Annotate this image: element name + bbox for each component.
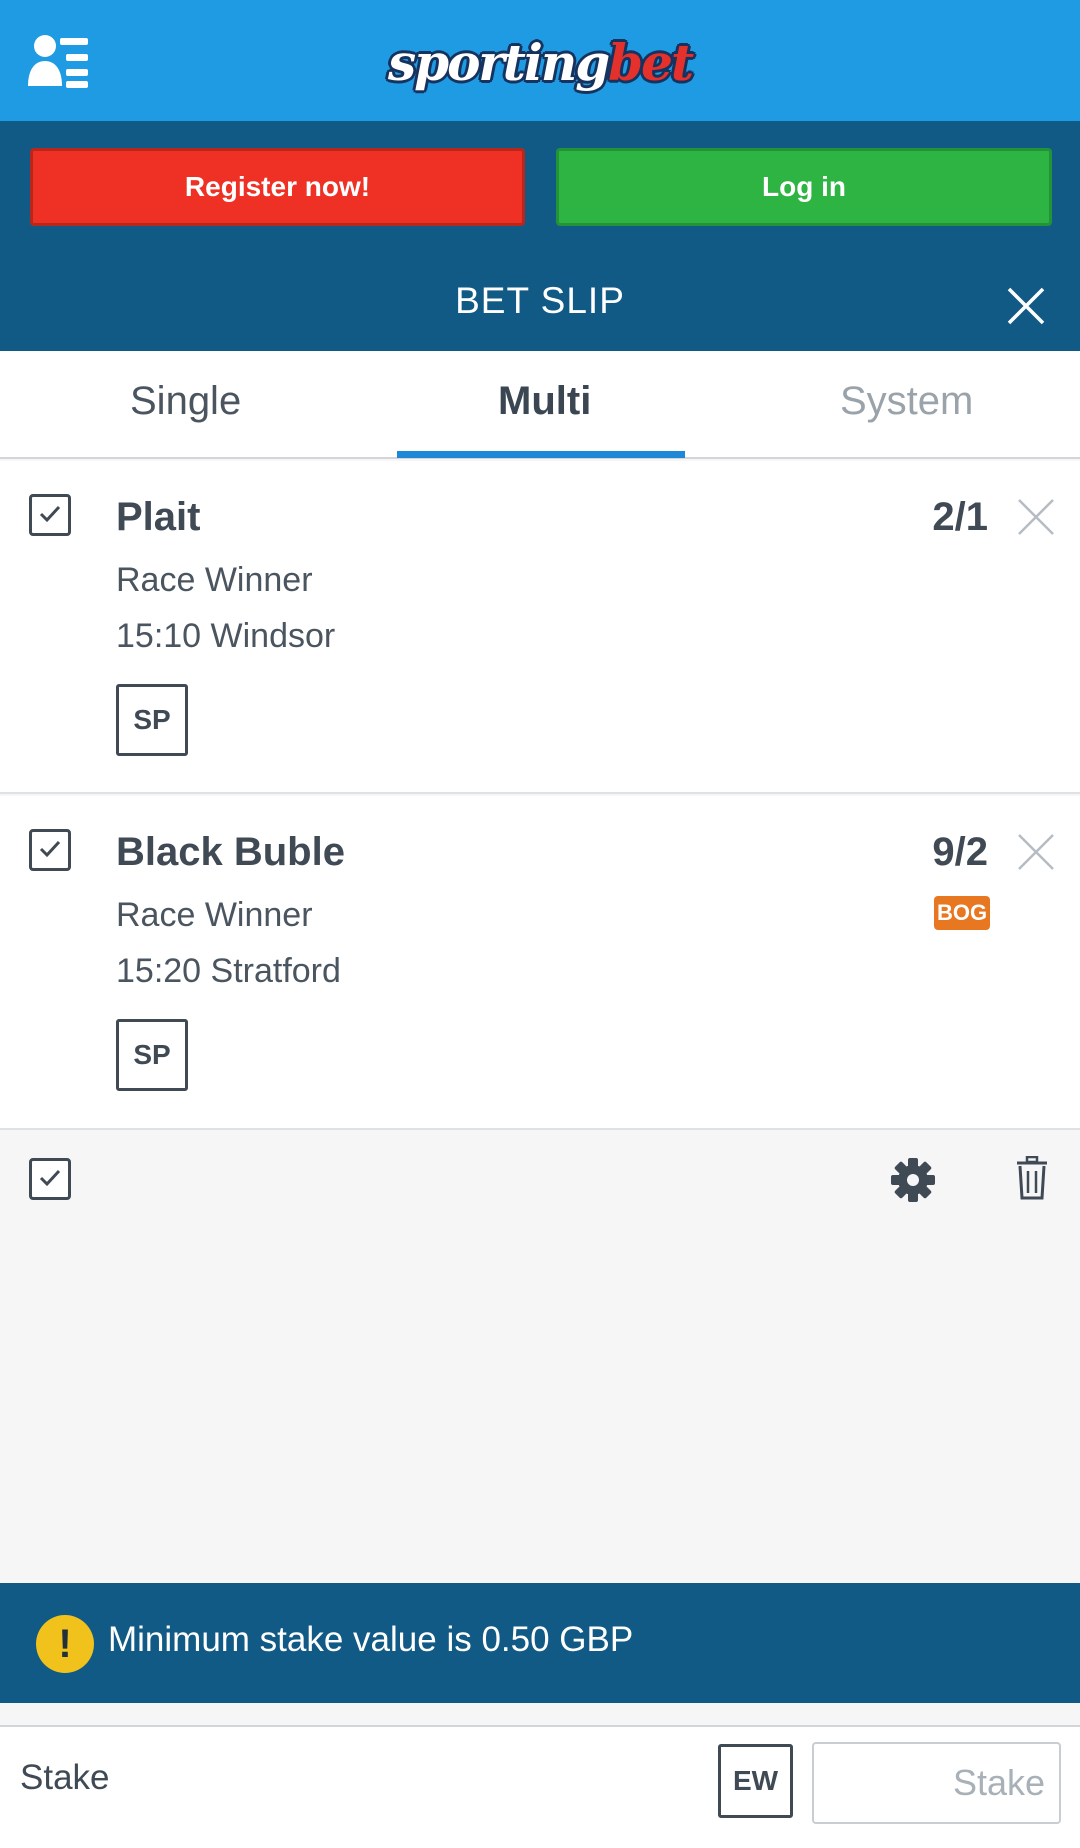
event-name: 15:10 Windsor xyxy=(116,617,336,655)
stake-label: Stake xyxy=(20,1758,110,1797)
bet-checkbox[interactable] xyxy=(29,494,71,536)
select-all-checkbox[interactable] xyxy=(29,1158,71,1200)
stake-input[interactable] xyxy=(812,1742,1061,1824)
check-icon xyxy=(39,1169,61,1187)
close-icon[interactable] xyxy=(1006,286,1046,326)
warning-icon: ! xyxy=(36,1615,94,1673)
warning-text: Minimum stake value is 0.50 GBP xyxy=(108,1620,634,1659)
bet-checkbox[interactable] xyxy=(29,829,71,871)
top-bar: sportingbet xyxy=(0,0,1080,121)
tab-system[interactable]: System xyxy=(840,379,973,424)
remove-bet-icon[interactable] xyxy=(1016,497,1056,537)
active-tab-indicator xyxy=(397,451,685,458)
trash-icon[interactable] xyxy=(1016,1156,1048,1200)
selection-name: Plait xyxy=(116,495,201,539)
login-button[interactable]: Log in xyxy=(556,148,1052,226)
sportingbet-logo[interactable]: sportingbet xyxy=(0,30,1080,94)
check-icon xyxy=(39,505,61,523)
bet-item: Black Buble Race Winner 15:20 Stratford … xyxy=(0,796,1080,1130)
odds-value: 9/2 xyxy=(932,830,988,874)
bog-badge: BOG xyxy=(934,896,990,930)
betslip-title: BET SLIP xyxy=(455,280,625,321)
odds-value: 2/1 xyxy=(932,495,988,539)
market-name: Race Winner xyxy=(116,896,313,934)
sp-price-toggle[interactable]: SP xyxy=(116,684,188,756)
market-name: Race Winner xyxy=(116,561,313,599)
sp-price-toggle[interactable]: SP xyxy=(116,1019,188,1091)
remove-bet-icon[interactable] xyxy=(1016,832,1056,872)
gear-icon[interactable] xyxy=(890,1157,936,1203)
logo-main-text: sporting xyxy=(387,32,610,92)
bet-item: Plait Race Winner 15:10 Windsor SP 2/1 xyxy=(0,461,1080,794)
event-name: 15:20 Stratford xyxy=(116,952,341,990)
bet-type-tabs: Single Multi System xyxy=(0,351,1080,459)
tab-multi[interactable]: Multi xyxy=(498,379,591,424)
each-way-toggle[interactable]: EW xyxy=(718,1744,793,1818)
selection-name: Black Buble xyxy=(116,830,345,874)
tab-single[interactable]: Single xyxy=(130,379,241,424)
register-button[interactable]: Register now! xyxy=(30,148,525,226)
logo-accent-text: bet xyxy=(608,32,694,92)
check-icon xyxy=(39,840,61,858)
